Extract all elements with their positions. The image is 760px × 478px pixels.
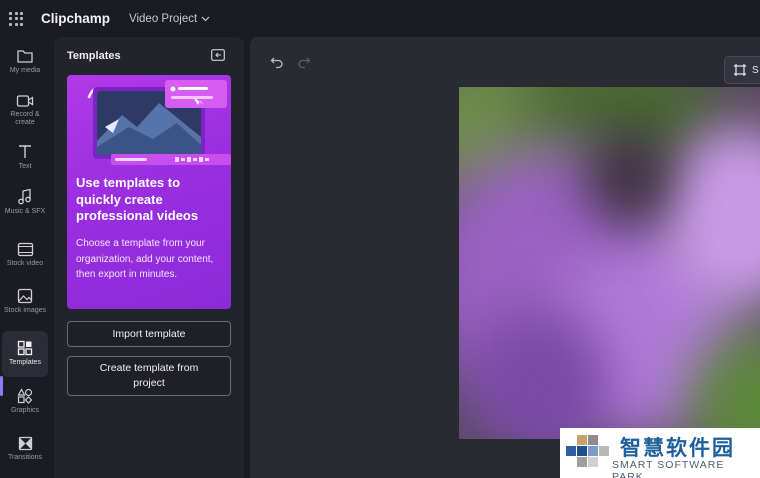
rail-label: Graphics: [10, 407, 39, 414]
templates-panel: Templates Use templates to quickly creat…: [54, 37, 244, 478]
rail-item-music-sfx[interactable]: Music & SFX: [2, 179, 48, 225]
rail-item-record-create[interactable]: Record & create: [2, 85, 48, 131]
rail-label: Music & SFX: [4, 208, 46, 215]
create-template-from-project-button[interactable]: Create template from project: [67, 356, 231, 396]
rail-label: Text: [18, 163, 32, 170]
promo-illustration: [87, 80, 231, 165]
rail-item-stock-images[interactable]: Stock images: [2, 279, 48, 325]
top-bar: Clipchamp Video Project: [0, 0, 760, 37]
crop-label: S: [752, 64, 759, 76]
rail-item-stock-video[interactable]: Stock video: [2, 233, 48, 279]
rail-label: Templates: [9, 359, 41, 366]
project-name: Video Project: [129, 12, 198, 25]
crop-icon: [734, 64, 746, 76]
chevron-down-icon: [201, 16, 210, 21]
rail-item-text[interactable]: Text: [2, 135, 48, 181]
watermark-english: SMART SOFTWARE PARK: [612, 459, 725, 478]
left-rail: My media Record & create Text Music & SF…: [0, 37, 50, 478]
editor-area: S: [250, 37, 760, 478]
text-icon: [19, 145, 31, 158]
crop-button[interactable]: S: [724, 56, 760, 84]
templates-promo-card: Use templates to quickly create professi…: [67, 75, 231, 309]
collapse-panel-icon[interactable]: [211, 49, 225, 61]
project-name-dropdown[interactable]: Video Project: [129, 13, 210, 25]
rail-label: Record & create: [10, 111, 40, 126]
rail-item-transitions[interactable]: Transitions: [2, 427, 48, 473]
rail-label: Transitions: [8, 454, 42, 461]
film-icon: [17, 242, 33, 257]
image-icon: [17, 288, 33, 304]
panel-title: Templates: [67, 50, 121, 62]
rail-label: Stock images: [3, 307, 47, 314]
music-icon: [18, 188, 31, 205]
app-launcher-icon[interactable]: [9, 11, 23, 26]
promo-description: Choose a template from your organization…: [76, 238, 214, 280]
redo-icon[interactable]: [297, 55, 311, 69]
shapes-icon: [17, 388, 33, 404]
camera-icon: [16, 95, 34, 107]
rail-item-my-media[interactable]: My media: [2, 39, 48, 85]
transitions-icon: [18, 436, 32, 451]
import-template-button[interactable]: Import template: [67, 321, 231, 347]
rail-item-templates[interactable]: Templates: [2, 331, 48, 377]
templates-icon: [17, 340, 33, 356]
rail-item-graphics[interactable]: Graphics: [2, 379, 48, 425]
promo-title: Use templates to quickly create professi…: [76, 175, 199, 223]
rail-label: Stock video: [6, 260, 44, 267]
rail-label: My media: [9, 67, 41, 74]
folder-icon: [17, 50, 33, 63]
watermark-logo: [566, 435, 609, 467]
undo-icon[interactable]: [270, 55, 284, 69]
video-preview[interactable]: [459, 87, 760, 439]
watermark: 智慧软件园 SMART SOFTWARE PARK: [560, 428, 760, 478]
app-title: Clipchamp: [41, 11, 111, 26]
watermark-chinese: 智慧软件园: [620, 436, 735, 460]
